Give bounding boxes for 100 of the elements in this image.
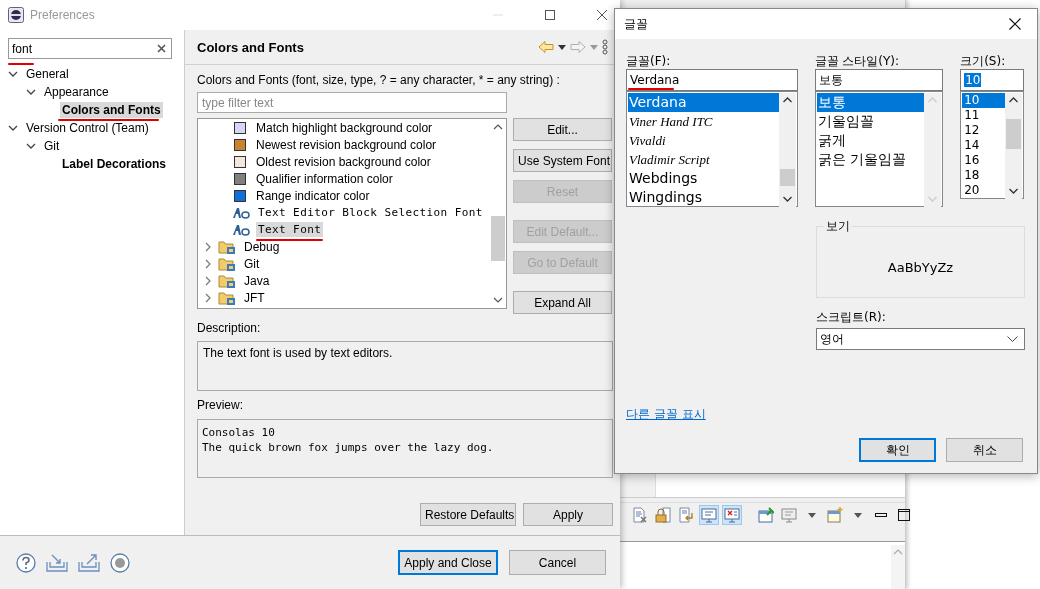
dialog-button[interactable]: 확인 xyxy=(859,438,936,462)
chevron-icon[interactable] xyxy=(26,87,36,97)
tree-item[interactable]: Appearance xyxy=(42,84,111,100)
list-item[interactable]: Java xyxy=(242,272,272,289)
description-heading: Description: xyxy=(197,321,262,336)
font-style-option[interactable]: 보통 xyxy=(816,93,925,112)
font-icon xyxy=(232,223,250,236)
filter-field[interactable]: type filter text xyxy=(197,92,507,113)
sample-text: AaBbYyZz xyxy=(887,259,954,275)
app-icon xyxy=(8,7,24,23)
font-name-field[interactable]: Verdana xyxy=(626,69,798,91)
font-size-option[interactable]: 14 xyxy=(962,138,1005,153)
font-size-option[interactable]: 12 xyxy=(962,123,1005,138)
description-text: The text font is used by text editors. xyxy=(197,341,613,391)
font-style-option[interactable]: 굵게 xyxy=(816,131,925,150)
folder-icon xyxy=(218,289,236,306)
caret-icon[interactable] xyxy=(1007,335,1018,343)
font-size-field[interactable]: 10 xyxy=(960,69,1024,91)
field-label: 글꼴 스타일(Y): xyxy=(814,53,901,69)
chevron-icon[interactable] xyxy=(204,292,212,303)
new-window-icon[interactable] xyxy=(825,505,845,526)
tree-item[interactable]: General xyxy=(24,66,71,82)
sample-label: 보기 xyxy=(824,218,852,235)
tree-item[interactable]: Colors and Fonts xyxy=(60,102,163,118)
list-item[interactable]: Match highlight background color xyxy=(254,119,435,136)
more-fonts-link[interactable]: 다른 글꼴 표시 xyxy=(626,406,706,423)
folder-icon xyxy=(218,238,236,255)
record-icon[interactable] xyxy=(110,552,130,573)
chevron-icon[interactable] xyxy=(8,69,18,79)
font-style-field[interactable]: 보통 xyxy=(814,69,944,91)
document-arrow-icon[interactable] xyxy=(676,505,696,526)
page-button[interactable]: Restore Defaults xyxy=(420,503,516,526)
window-pin-icon[interactable] xyxy=(756,505,776,526)
toolbar-button[interactable] xyxy=(722,505,742,526)
toolbar-button[interactable] xyxy=(699,505,719,526)
chevron-icon[interactable] xyxy=(26,141,36,151)
import-icon[interactable] xyxy=(46,553,68,572)
clear-console-icon[interactable] xyxy=(630,505,650,526)
dialog-button[interactable]: Cancel xyxy=(509,550,606,575)
dialog-button[interactable]: Apply and Close xyxy=(398,550,498,575)
field-label: 스크립트(R): xyxy=(816,309,887,325)
list-item[interactable]: Range indicator color xyxy=(254,187,372,204)
tree-item[interactable]: Label Decorations xyxy=(60,156,169,172)
font-option[interactable]: Vivaldi xyxy=(628,131,779,150)
close-icon[interactable] xyxy=(596,9,608,21)
scrollbar[interactable] xyxy=(1005,93,1022,199)
list-item[interactable]: Newest revision background color xyxy=(254,136,439,153)
list-item[interactable]: Qualifier information color xyxy=(254,170,395,187)
dialog-title: 글꼴 xyxy=(624,15,648,33)
font-size-option[interactable]: 20 xyxy=(962,183,1005,197)
font-option[interactable]: Verdana xyxy=(628,93,779,112)
tree-item[interactable]: Version Control (Team) xyxy=(24,120,151,136)
side-button[interactable]: Use System Font xyxy=(513,149,612,172)
chevron-icon[interactable] xyxy=(204,241,212,252)
list-item[interactable]: JFT xyxy=(242,289,267,306)
script-dropdown[interactable]: 영어 xyxy=(816,328,1025,350)
caret-icon[interactable] xyxy=(558,44,566,50)
font-size-option[interactable]: 18 xyxy=(962,168,1005,183)
list-item[interactable]: Text Font xyxy=(256,222,324,237)
search-field[interactable]: font xyxy=(8,38,172,59)
scrollbar[interactable] xyxy=(778,93,796,207)
window-title: Preferences xyxy=(30,8,95,22)
tree-item[interactable]: Git xyxy=(42,138,62,154)
font-option[interactable]: Viner Hand ITC xyxy=(628,112,779,131)
folder-icon xyxy=(218,255,236,272)
preview-heading: Preview: xyxy=(197,398,244,413)
more-menu-icon[interactable] xyxy=(602,39,608,55)
field-label: 크기(S): xyxy=(960,53,1007,69)
font-option[interactable]: Vladimir Script xyxy=(628,150,779,169)
list-item[interactable]: Oldest revision background color xyxy=(254,153,433,170)
export-icon[interactable] xyxy=(78,553,100,572)
help-icon[interactable] xyxy=(16,552,36,573)
field-label: 글꼴(F): xyxy=(626,53,672,69)
chevron-icon[interactable] xyxy=(204,258,212,269)
font-style-option[interactable]: 기울임꼴 xyxy=(816,112,925,131)
page-title: Colors and Fonts xyxy=(197,39,304,55)
font-style-option[interactable]: 굵은 기울임꼴 xyxy=(816,150,925,169)
font-size-option[interactable]: 10 xyxy=(962,93,1005,108)
font-option[interactable]: Wingdings xyxy=(628,188,779,205)
close-icon[interactable] xyxy=(1009,18,1021,30)
maximize-icon[interactable] xyxy=(544,9,556,21)
clear-icon[interactable] xyxy=(157,44,166,53)
list-item[interactable]: Git xyxy=(242,255,262,272)
font-size-option[interactable]: 16 xyxy=(962,153,1005,168)
scrollbar[interactable] xyxy=(891,545,905,589)
font-size-option[interactable]: 11 xyxy=(962,108,1005,123)
list-item[interactable]: Debug xyxy=(242,238,282,255)
lock-icon[interactable] xyxy=(653,505,673,526)
filter-label: Colors and Fonts (font, size, type, ? = any character, * = any string) : xyxy=(197,73,561,88)
dialog-button[interactable]: 취소 xyxy=(946,438,1023,462)
side-button[interactable]: Edit... xyxy=(513,118,612,141)
font-option[interactable]: Webdings xyxy=(628,169,779,188)
side-button[interactable]: Expand All xyxy=(513,291,612,314)
preview-text: The quick brown fox jumps over the lazy dog. xyxy=(202,440,495,455)
preview-text: Consolas 10 xyxy=(202,425,276,440)
chevron-icon[interactable] xyxy=(8,123,18,133)
list-item[interactable]: Text Editor Block Selection Font xyxy=(256,205,485,220)
page-button[interactable]: Apply xyxy=(523,503,613,526)
font-icon xyxy=(232,206,250,219)
chevron-icon[interactable] xyxy=(204,275,212,286)
